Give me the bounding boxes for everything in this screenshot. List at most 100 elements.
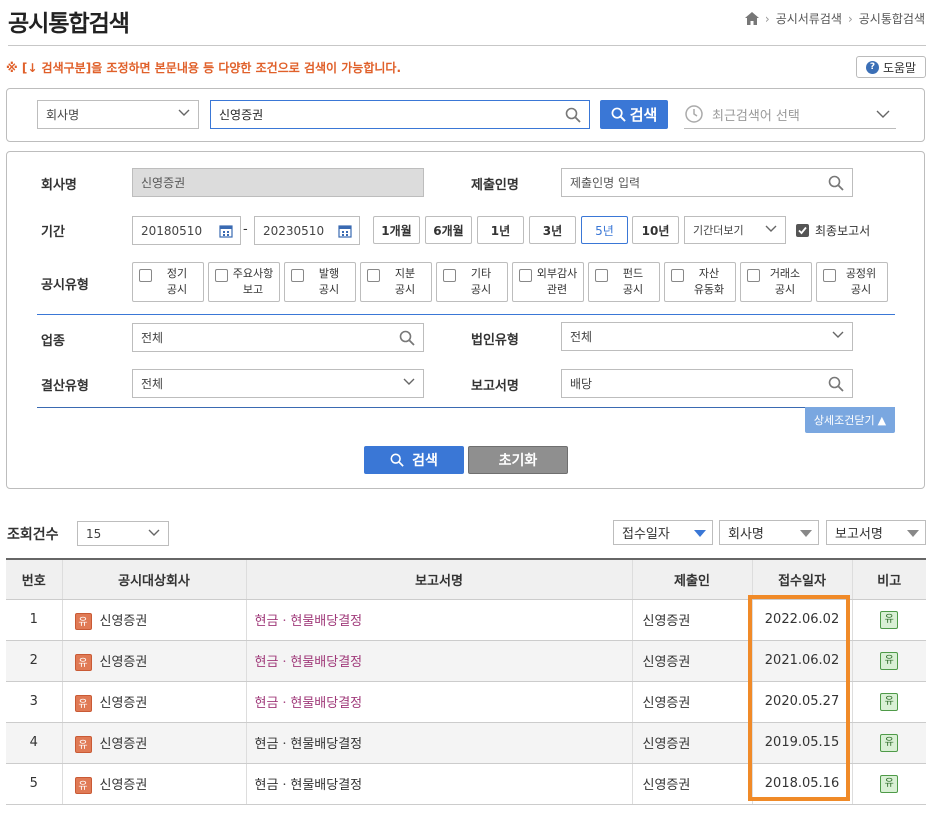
checkbox[interactable] — [367, 269, 380, 282]
reset-button[interactable]: 초기화 — [468, 446, 568, 474]
home-icon[interactable] — [744, 12, 759, 25]
search-button[interactable]: 검색 — [600, 100, 668, 129]
report-link[interactable]: 현금ㆍ현물배당결정 — [255, 655, 363, 670]
company-cell[interactable]: 유 신영증권 — [61, 681, 246, 723]
report-link[interactable]: 현금ㆍ현물배당결정 — [255, 778, 363, 793]
company-cell[interactable]: 유 신영증권 — [61, 640, 246, 682]
column-header: 보고서명 — [245, 558, 632, 600]
disclosure-type-ftc[interactable]: 공정위 공시 — [816, 262, 888, 302]
period-10-year-button[interactable]: 10년 — [632, 216, 679, 244]
checkbox[interactable] — [139, 269, 152, 282]
calendar-icon[interactable] — [330, 216, 360, 245]
sort-option-label: 접수일자 — [622, 527, 670, 542]
start-date-input[interactable]: 20180510 — [132, 216, 212, 245]
end-date-input[interactable]: 20230510 — [254, 216, 334, 245]
industry-input[interactable]: 전체 — [132, 323, 424, 352]
checkbox[interactable] — [823, 269, 836, 282]
report-link[interactable]: 현금ㆍ현물배당결정 — [255, 614, 363, 629]
disclosure-type-periodic[interactable]: 정기 공시 — [132, 262, 204, 302]
company-cell[interactable]: 유 신영증권 — [61, 763, 246, 805]
search-icon[interactable] — [399, 330, 415, 346]
company-field-value: 신영증권 — [141, 176, 186, 190]
sort-option-label: 보고서명 — [835, 527, 883, 542]
report-cell[interactable]: 현금ㆍ현물배당결정 — [245, 681, 632, 723]
page-size-select[interactable]: 15 — [77, 521, 169, 546]
final-report-checkbox[interactable]: 최종보고서 — [796, 222, 870, 239]
date-separator: - — [243, 222, 248, 237]
search-icon[interactable] — [828, 175, 844, 191]
company-name[interactable]: 신영증권 — [100, 737, 148, 752]
close-detail-label: 상세조건닫기 — [813, 414, 875, 427]
company-name[interactable]: 신영증권 — [100, 655, 148, 670]
calendar-icon[interactable] — [211, 216, 241, 245]
report-cell[interactable]: 현금ㆍ현물배당결정 — [245, 763, 632, 805]
checkbox[interactable] — [671, 269, 684, 282]
type-label-line1: 주요사항 — [232, 267, 274, 280]
recent-search-select[interactable]: 최근검색어 선택 — [684, 100, 896, 129]
period-1-year-button[interactable]: 1년 — [477, 216, 524, 244]
company-cell[interactable]: 유 신영증권 — [61, 722, 246, 764]
corp-type-select[interactable]: 전체 — [561, 322, 853, 351]
disclosure-type-equity[interactable]: 지분 공시 — [360, 262, 432, 302]
report-cell[interactable]: 현금ㆍ현물배당결정 — [245, 722, 632, 764]
company-name[interactable]: 신영증권 — [100, 614, 148, 629]
help-label: 도움말 — [882, 60, 917, 75]
filer-placeholder: 제출인명 입력 — [570, 176, 641, 190]
detail-search-button[interactable]: 검색 — [364, 446, 464, 474]
company-name[interactable]: 신영증권 — [100, 778, 148, 793]
detail-search-label: 검색 — [412, 453, 438, 469]
report-cell[interactable]: 현금ㆍ현물배당결정 — [245, 640, 632, 682]
note-badge[interactable]: 유 — [880, 774, 899, 793]
search-icon[interactable] — [565, 107, 581, 123]
checkbox[interactable] — [747, 269, 760, 282]
checkbox[interactable] — [215, 269, 228, 282]
disclosure-type-abs[interactable]: 자산 유동화 — [664, 262, 736, 302]
close-detail-button[interactable]: 상세조건닫기 ▲ — [805, 407, 895, 433]
checkbox[interactable] — [443, 269, 456, 282]
note-badge[interactable]: 유 — [880, 610, 899, 629]
breadcrumb-item[interactable]: 공시통합검색 — [859, 10, 925, 27]
industry-label: 업종 — [41, 334, 65, 349]
breadcrumb-item[interactable]: 공시서류검색 — [776, 10, 842, 27]
type-label-line2: 공시 — [166, 283, 188, 296]
checkbox[interactable] — [291, 269, 304, 282]
help-button[interactable]: ? 도움말 — [856, 56, 926, 78]
search-input[interactable]: 신영증권 — [210, 100, 590, 129]
company-field: 신영증권 — [132, 168, 424, 197]
search-category-select[interactable]: 회사명 — [37, 100, 199, 129]
note-badge[interactable]: 유 — [880, 733, 899, 752]
checkbox-checked[interactable] — [796, 224, 809, 237]
period-3-year-button[interactable]: 3년 — [529, 216, 576, 244]
sort-by-date-select[interactable]: 접수일자 — [613, 520, 713, 545]
settlement-select[interactable]: 전체 — [132, 369, 424, 398]
note-badge[interactable]: 유 — [880, 692, 899, 711]
disclosure-type-audit[interactable]: 외부감사 관련 — [512, 262, 584, 302]
chevron-down-icon — [148, 529, 160, 536]
period-1-month-button[interactable]: 1개월 — [373, 216, 420, 244]
disclosure-type-issuance[interactable]: 발행 공시 — [284, 262, 356, 302]
report-link[interactable]: 현금ㆍ현물배당결정 — [255, 737, 363, 752]
company-name[interactable]: 신영증권 — [100, 696, 148, 711]
period-more-select[interactable]: 기간더보기 — [684, 216, 786, 244]
report-cell[interactable]: 현금ㆍ현물배당결정 — [245, 599, 632, 641]
market-badge: 유 — [74, 612, 92, 630]
type-label-line1: 펀드 — [622, 267, 644, 280]
checkbox[interactable] — [519, 269, 532, 282]
filer-input[interactable]: 제출인명 입력 — [561, 168, 853, 197]
sort-by-company-select[interactable]: 회사명 — [719, 520, 819, 545]
report-name-input[interactable]: 배당 — [561, 369, 853, 398]
note-cell: 유 — [851, 599, 926, 641]
report-link[interactable]: 현금ㆍ현물배당결정 — [255, 696, 363, 711]
disclosure-type-other[interactable]: 기타 공시 — [436, 262, 508, 302]
period-6-month-button[interactable]: 6개월 — [425, 216, 472, 244]
company-cell[interactable]: 유 신영증권 — [61, 599, 246, 641]
checkbox[interactable] — [595, 269, 608, 282]
disclosure-type-fund[interactable]: 펀드 공시 — [588, 262, 660, 302]
note-badge[interactable]: 유 — [880, 651, 899, 670]
disclosure-type-major[interactable]: 주요사항 보고 — [208, 262, 280, 302]
disclosure-type-exchange[interactable]: 거래소 공시 — [740, 262, 812, 302]
sort-by-report-select[interactable]: 보고서명 — [826, 520, 926, 545]
search-icon[interactable] — [828, 376, 844, 392]
final-report-label: 최종보고서 — [815, 224, 871, 238]
period-5-year-button[interactable]: 5년 — [581, 216, 628, 244]
